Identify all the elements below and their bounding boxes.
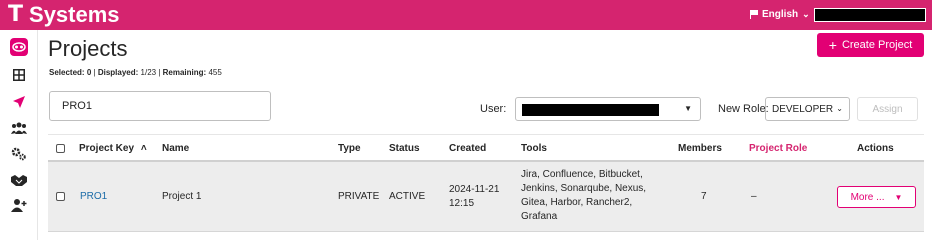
create-project-label: Create Project (841, 39, 913, 51)
create-project-button[interactable]: + Create Project (817, 33, 924, 57)
more-actions-label: More ... (850, 191, 885, 203)
tools-line: Grafana (521, 211, 558, 222)
col-name: Name (162, 143, 190, 154)
caret-down-icon: ▼ (684, 104, 692, 113)
brand-logo[interactable]: T Systems (8, 2, 120, 28)
tools-line: Jira, Confluence, Bitbucket, (521, 169, 643, 180)
tools-line: Jenkins, Sonarqube, Nexus, (521, 183, 647, 194)
top-bar: T Systems English ⌄ (0, 0, 932, 30)
grid-icon[interactable] (10, 66, 28, 84)
members-count: 7 (701, 191, 707, 202)
send-icon[interactable] (10, 93, 28, 111)
selection-counters: Selected: 0 | Displayed: 1/23 | Remainin… (49, 68, 222, 77)
language-label: English (762, 9, 799, 20)
brand-mark: T (8, 2, 24, 27)
project-status: ACTIVE (389, 191, 426, 202)
search-input[interactable] (49, 91, 271, 121)
chevron-down-icon: ⌄ (802, 9, 810, 19)
project-name: Project 1 (162, 191, 202, 202)
selected-value: 0 (86, 68, 92, 77)
eye-mask-icon[interactable] (10, 38, 28, 56)
projects-table: Project Key ˄ Name Type Status Created T… (48, 134, 924, 232)
project-role: – (751, 191, 757, 202)
select-all-checkbox[interactable] (56, 144, 65, 153)
language-selector[interactable]: English ⌄ (750, 9, 810, 20)
selected-label: Selected: (49, 68, 85, 77)
handshake-icon[interactable] (10, 171, 28, 189)
caret-down-icon: ▼ (894, 192, 903, 202)
col-tools: Tools (521, 143, 547, 154)
remaining-label: Remaining: (162, 68, 207, 77)
table-header: Project Key ˄ Name Type Status Created T… (48, 134, 924, 162)
col-status: Status (389, 143, 420, 154)
user-select-value (522, 104, 659, 116)
new-role-value: DEVELOPER (772, 103, 834, 115)
assign-button[interactable]: Assign (857, 97, 918, 121)
page-title: Projects (48, 36, 128, 61)
displayed-label: Displayed: (97, 68, 139, 77)
created-date: 2024-11-21 (449, 184, 500, 195)
col-type: Type (338, 143, 361, 154)
group-icon[interactable] (10, 119, 28, 137)
col-members: Members (678, 143, 722, 154)
col-created: Created (449, 143, 487, 154)
user-select[interactable]: ▼ (515, 97, 701, 121)
plus-icon: + (828, 37, 837, 53)
chevron-down-icon: ⌄ (836, 104, 843, 113)
add-user-icon[interactable] (10, 196, 28, 214)
displayed-value: 1/23 (140, 68, 157, 77)
created-time: 12:15 (449, 198, 475, 209)
sort-ascending-icon: ˄ (140, 143, 147, 154)
sidebar (0, 30, 38, 240)
user-label: User: (480, 103, 507, 115)
col-project-role: Project Role (749, 143, 808, 154)
project-type: PRIVATE (338, 191, 380, 202)
new-role-select[interactable]: DEVELOPER ⌄ (765, 97, 850, 121)
tools-line: Gitea, Harbor, Rancher2, (521, 197, 633, 208)
col-actions: Actions (857, 143, 894, 154)
row-checkbox[interactable] (56, 192, 65, 201)
table-row: PRO1 Project 1 PRIVATE ACTIVE 2024-11-21… (48, 162, 924, 232)
flag-icon (750, 10, 758, 19)
brand-name: Systems (29, 2, 120, 27)
new-role-label: New Role: (718, 103, 769, 115)
col-project-key-label: Project Key (79, 143, 135, 154)
gears-icon[interactable] (10, 145, 28, 163)
user-menu[interactable] (814, 8, 926, 22)
remaining-value: 455 (208, 68, 222, 77)
more-actions-button[interactable]: More ... ▼ (837, 186, 916, 208)
col-project-key[interactable]: Project Key ˄ (79, 143, 147, 154)
project-key-link[interactable]: PRO1 (80, 191, 107, 202)
